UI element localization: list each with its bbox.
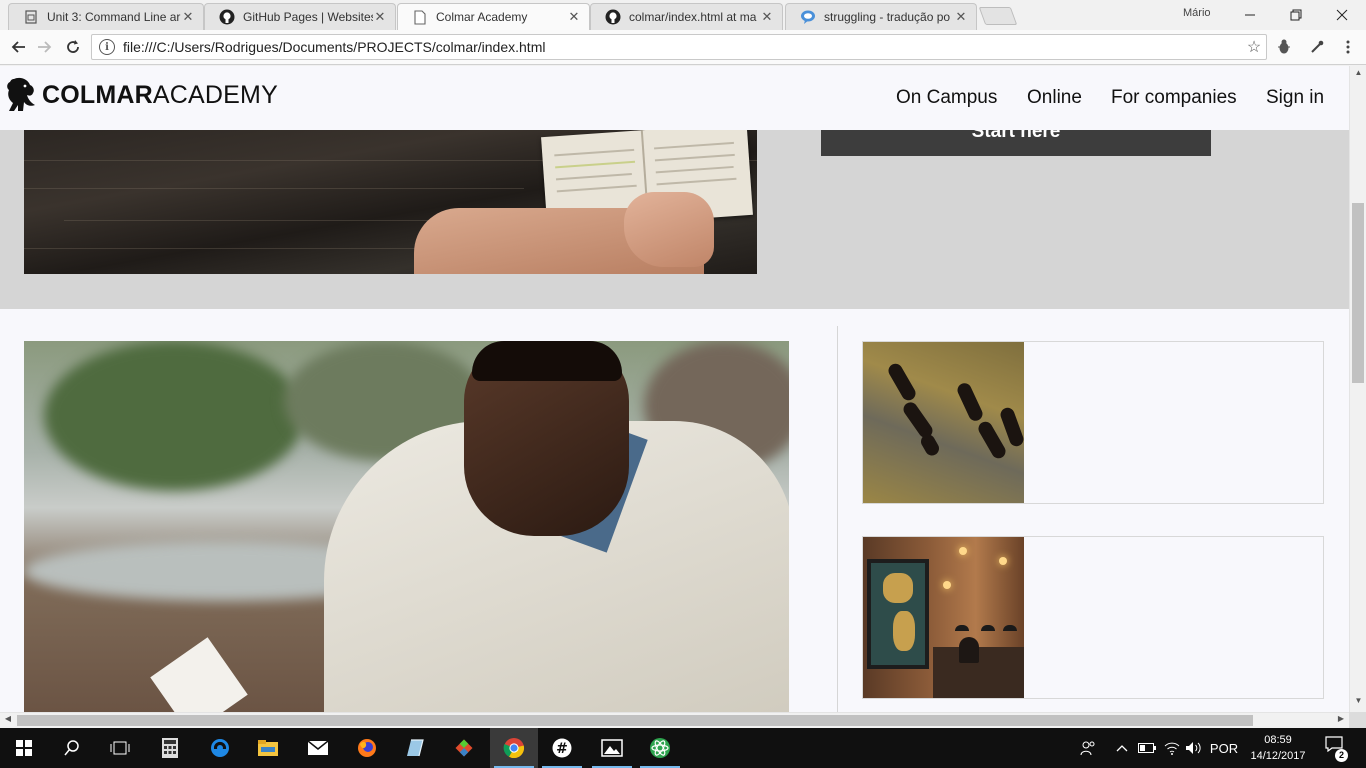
nav-online[interactable]: Online	[1027, 87, 1082, 109]
scrollbar-corner	[1349, 712, 1366, 728]
profile-name[interactable]: Mário	[1183, 7, 1211, 19]
start-here-button[interactable]: Start here	[821, 130, 1211, 156]
minimize-icon[interactable]	[1227, 0, 1273, 30]
doc-icon	[23, 9, 39, 25]
search-icon[interactable]	[48, 728, 96, 768]
forward-arrow-icon[interactable]	[33, 36, 57, 58]
close-window-icon[interactable]	[1319, 0, 1365, 30]
tab-github-pages[interactable]: GitHub Pages | Websites ✕	[204, 3, 396, 30]
close-icon[interactable]: ✕	[954, 9, 968, 25]
tab-title: colmar/index.html at ma	[629, 10, 757, 24]
eyedropper-icon[interactable]	[1305, 36, 1329, 58]
clock-time: 08:59	[1264, 734, 1292, 746]
course-card[interactable]	[862, 341, 1324, 504]
column-divider	[837, 326, 838, 712]
calculator-icon[interactable]	[146, 728, 194, 768]
site-info-icon[interactable]: i	[99, 39, 115, 55]
tab-unit3[interactable]: Unit 3: Command Line ar ✕	[8, 3, 204, 30]
tab-github-colmar[interactable]: colmar/index.html at ma ✕	[590, 3, 783, 30]
url-input[interactable]	[123, 39, 1242, 55]
brand-bold: COLMAR	[42, 80, 153, 109]
people-icon[interactable]	[1076, 728, 1100, 768]
content-section	[0, 309, 1349, 712]
windows-start-icon[interactable]	[0, 728, 48, 768]
reload-icon[interactable]	[61, 36, 85, 58]
hero-section: Start here	[0, 130, 1349, 309]
new-tab-button[interactable]	[978, 7, 1018, 25]
vertical-scrollbar[interactable]: ▲ ▼	[1349, 66, 1366, 712]
back-arrow-icon[interactable]	[6, 36, 30, 58]
wifi-icon[interactable]	[1161, 728, 1183, 768]
cafe-interior-photo	[863, 537, 1024, 698]
tab-title: struggling - tradução po	[824, 10, 951, 24]
nav-on-campus[interactable]: On Campus	[896, 87, 997, 109]
restore-icon[interactable]	[1273, 0, 1319, 30]
clock-date: 14/12/2017	[1250, 750, 1306, 762]
git-app-icon[interactable]	[440, 728, 488, 768]
site-header: COLMARACADEMY On Campus Online For compa…	[0, 66, 1349, 130]
course-card[interactable]	[862, 536, 1324, 699]
action-center-icon[interactable]: 2	[1322, 736, 1348, 762]
tab-title: GitHub Pages | Websites	[243, 10, 373, 24]
scroll-down-arrow-icon[interactable]: ▼	[1350, 696, 1366, 710]
close-icon[interactable]: ✕	[181, 9, 195, 25]
photos-icon[interactable]	[588, 728, 636, 768]
chevron-up-icon[interactable]	[1112, 728, 1132, 768]
tab-title: Unit 3: Command Line ar	[47, 10, 181, 24]
tab-colmar-academy[interactable]: Colmar Academy ✕	[397, 3, 590, 30]
nav-for-companies[interactable]: For companies	[1111, 87, 1237, 109]
brand-rest: ACADEMY	[152, 80, 278, 109]
scroll-left-arrow-icon[interactable]: ◀	[1, 714, 15, 723]
windows-taskbar: # POR 08:59 14/12/2017 2	[0, 728, 1366, 768]
notes-app-icon[interactable]	[391, 728, 439, 768]
mail-icon[interactable]	[294, 728, 342, 768]
chat-bubble-icon	[800, 9, 816, 25]
atom-editor-icon[interactable]	[636, 728, 684, 768]
browser-toolbar: i ☆	[0, 30, 1366, 65]
close-icon[interactable]: ✕	[373, 9, 387, 25]
notification-count-badge: 2	[1335, 749, 1348, 762]
lion-logo-icon	[7, 77, 35, 111]
edge-browser-icon[interactable]	[196, 728, 244, 768]
svg-text:#: #	[556, 741, 568, 757]
scroll-up-arrow-icon[interactable]: ▲	[1350, 68, 1366, 82]
clock[interactable]: 08:59 14/12/2017	[1244, 732, 1312, 764]
battery-icon[interactable]	[1136, 728, 1158, 768]
volume-icon[interactable]	[1183, 728, 1205, 768]
slack-icon[interactable]: #	[538, 728, 586, 768]
hero-reading-photo	[24, 130, 757, 274]
scroll-right-arrow-icon[interactable]: ▶	[1334, 714, 1348, 723]
close-icon[interactable]: ✕	[760, 9, 774, 25]
address-bar[interactable]: i ☆	[91, 34, 1267, 60]
bookmark-star-icon[interactable]: ☆	[1242, 37, 1266, 57]
tab-struggling[interactable]: struggling - tradução po ✕	[785, 3, 977, 30]
brand-name: COLMARACADEMY	[42, 81, 278, 110]
site-logo[interactable]: COLMARACADEMY	[6, 77, 278, 113]
campus-shadows-photo	[863, 342, 1024, 503]
vertical-scroll-thumb[interactable]	[1352, 203, 1364, 383]
github-icon	[605, 9, 621, 25]
firefox-icon[interactable]	[343, 728, 391, 768]
browser-tab-strip: Unit 3: Command Line ar ✕ GitHub Pages |…	[0, 0, 1366, 30]
bug-extension-icon[interactable]	[1272, 36, 1296, 58]
horizontal-scrollbar[interactable]: ◀ ▶	[0, 712, 1349, 728]
horizontal-scroll-thumb[interactable]	[17, 715, 1253, 726]
chrome-icon[interactable]	[490, 728, 538, 768]
github-icon	[219, 9, 235, 25]
page-icon	[412, 9, 428, 25]
tab-title: Colmar Academy	[436, 10, 528, 24]
page-viewport: COLMARACADEMY On Campus Online For compa…	[0, 66, 1349, 712]
menu-dots-icon[interactable]	[1336, 36, 1360, 58]
task-view-icon[interactable]	[96, 728, 144, 768]
close-icon[interactable]: ✕	[567, 9, 581, 25]
student-reading-photo	[24, 341, 789, 712]
input-language[interactable]: POR	[1208, 728, 1240, 768]
nav-sign-in[interactable]: Sign in	[1266, 87, 1324, 109]
file-explorer-icon[interactable]	[244, 728, 292, 768]
